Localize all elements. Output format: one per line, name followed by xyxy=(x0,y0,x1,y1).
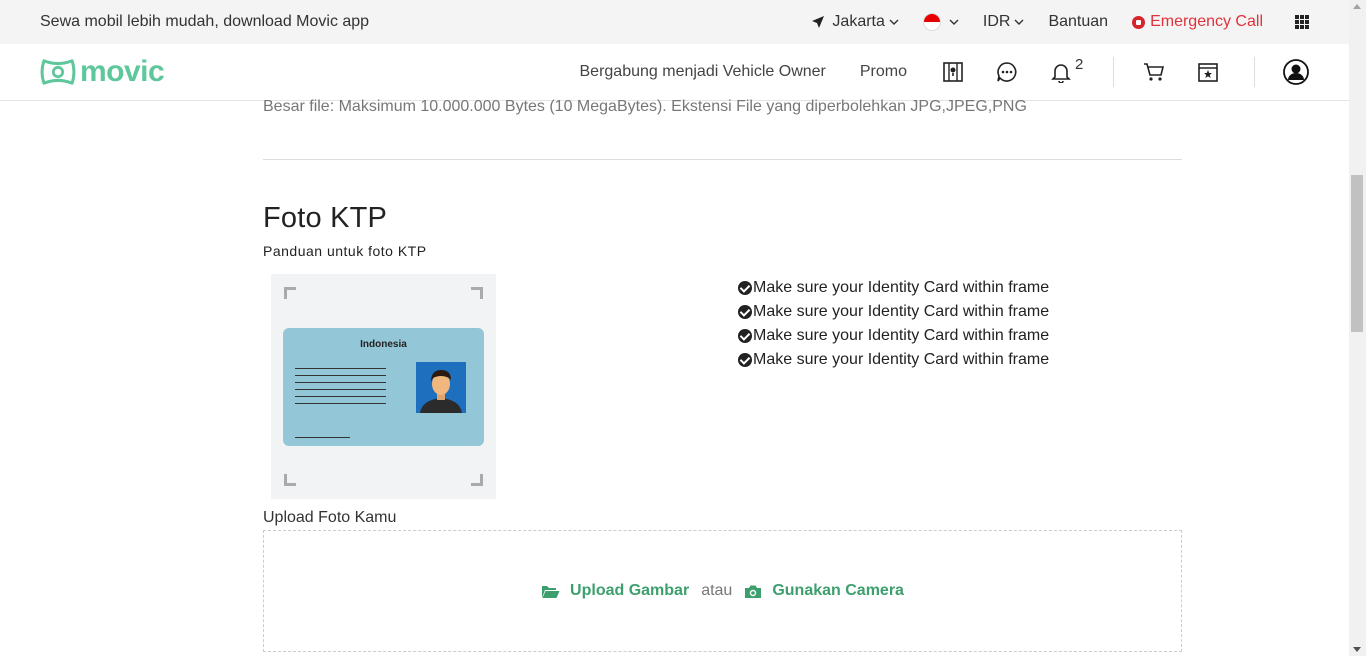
frame-corner xyxy=(284,474,296,486)
bell-icon[interactable]: 2 xyxy=(1049,56,1083,84)
emergency-call-link[interactable]: Emergency Call xyxy=(1132,13,1263,31)
logo-text: movic xyxy=(80,55,165,88)
currency-label: IDR xyxy=(982,13,1011,30)
ktp-upload-section: Besar file: Maksimum 10.000.000 Bytes (1… xyxy=(263,97,1182,652)
cart-icon[interactable] xyxy=(1142,60,1166,84)
chevron-down-icon xyxy=(889,19,899,25)
frame-corner xyxy=(471,287,483,299)
frame-corner xyxy=(284,287,296,299)
scroll-down-icon[interactable] xyxy=(1353,647,1361,652)
ktp-checklist: Make sure your Identity Card within fram… xyxy=(738,276,1049,499)
city-selector[interactable]: Jakarta xyxy=(811,13,899,31)
card-country-label: Indonesia xyxy=(360,339,407,350)
chat-icon[interactable] xyxy=(995,60,1019,84)
person-avatar-icon xyxy=(416,362,466,413)
map-icon[interactable] xyxy=(941,60,965,84)
chevron-down-icon xyxy=(1014,19,1024,25)
list-item: Make sure your Identity Card within fram… xyxy=(738,348,1049,372)
user-icon[interactable] xyxy=(1283,59,1309,85)
join-vehicle-owner-link[interactable]: Bergabung menjadi Vehicle Owner xyxy=(580,63,826,81)
currency-selector[interactable]: IDR xyxy=(983,13,1025,31)
section-divider xyxy=(263,159,1182,160)
ktp-guide-image: Indonesia xyxy=(271,274,496,499)
guide-subtitle: Panduan untuk foto KTP xyxy=(263,243,427,259)
emergency-icon xyxy=(1132,15,1146,29)
logo[interactable]: movic xyxy=(40,55,580,89)
movic-logo-icon xyxy=(40,59,76,85)
help-link[interactable]: Bantuan xyxy=(1048,13,1108,31)
promo-link[interactable]: Promo xyxy=(860,63,907,81)
scroll-up-icon[interactable] xyxy=(1353,4,1361,9)
or-separator: atau xyxy=(701,582,733,599)
upload-label: Upload Foto Kamu xyxy=(263,509,397,526)
list-item: Make sure your Identity Card within fram… xyxy=(738,276,1049,300)
flag-icon xyxy=(922,13,941,31)
nav-divider xyxy=(1113,57,1114,87)
notification-count: 2 xyxy=(1075,56,1084,73)
frame-corner xyxy=(471,474,483,486)
id-card-illustration: Indonesia xyxy=(283,328,484,446)
main-navbar: movic Bergabung menjadi Vehicle Owner Pr… xyxy=(0,44,1349,101)
scrollbar-thumb[interactable] xyxy=(1351,175,1363,332)
file-size-note: Besar file: Maksimum 10.000.000 Bytes (1… xyxy=(263,98,1027,115)
upload-dropzone[interactable]: Upload Gambar atau Gunakan Camera xyxy=(263,530,1182,652)
list-item: Make sure your Identity Card within fram… xyxy=(738,300,1049,324)
folder-open-icon xyxy=(542,585,560,598)
use-camera-button[interactable]: Gunakan Camera xyxy=(744,582,904,600)
chevron-down-icon xyxy=(949,19,959,25)
booking-icon[interactable] xyxy=(1196,60,1220,84)
check-circle-icon xyxy=(738,329,752,343)
check-circle-icon xyxy=(738,353,752,367)
language-selector[interactable] xyxy=(922,13,959,31)
camera-icon xyxy=(745,585,762,598)
app-promo-text[interactable]: Sewa mobil lebih mudah, download Movic a… xyxy=(40,13,787,31)
emergency-label: Emergency Call xyxy=(1150,13,1263,30)
nav-divider xyxy=(1254,57,1255,87)
guide-row: Indonesia Make sure your Identity Card w… xyxy=(263,274,1182,499)
page-scrollbar[interactable] xyxy=(1349,0,1366,656)
list-item: Make sure your Identity Card within fram… xyxy=(738,324,1049,348)
check-circle-icon xyxy=(738,281,752,295)
upload-image-button[interactable]: Upload Gambar xyxy=(541,582,689,600)
location-arrow-icon xyxy=(812,16,825,28)
top-bar: Sewa mobil lebih mudah, download Movic a… xyxy=(0,0,1349,44)
page-title: Foto KTP xyxy=(263,202,388,234)
top-bar-right: Jakarta IDR Bantuan Emergency Call xyxy=(787,13,1309,31)
apps-grid-icon[interactable] xyxy=(1295,15,1309,29)
check-circle-icon xyxy=(738,305,752,319)
city-label: Jakarta xyxy=(832,13,885,30)
